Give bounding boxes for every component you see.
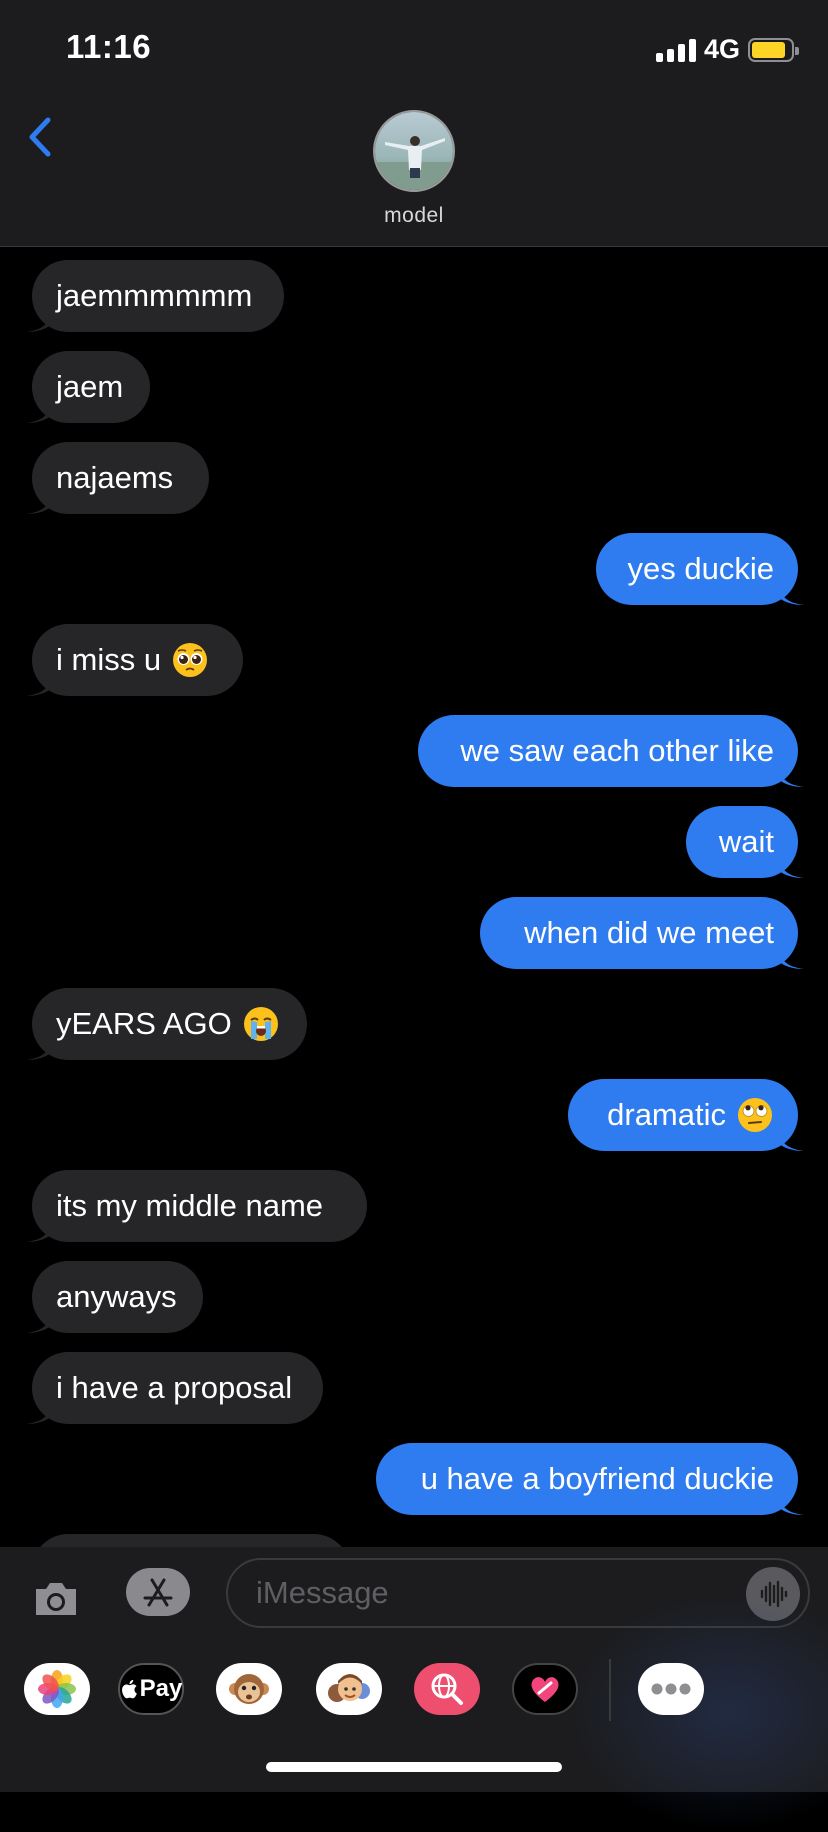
message-list[interactable]: jaemmmmmm jaem najaems yes duckie i miss u we… — [0, 260, 828, 1547]
imessage-placeholder: iMessage — [256, 1575, 389, 1610]
message-bubble[interactable]: u have a boyfriend duckie — [376, 1443, 798, 1515]
message-bubble[interactable]: yEARS AGO — [32, 988, 307, 1060]
status-time: 11:16 — [66, 28, 152, 65]
apple-logo-icon — [121, 1679, 137, 1699]
battery-icon — [748, 37, 799, 62]
message-bubble[interactable]: jaem — [32, 351, 150, 423]
message-text: u have a boyfriend duckie — [420, 1461, 774, 1496]
compose-bar: iMessage Pay — [0, 1547, 828, 1832]
message-bubble[interactable]: jaemmmmmm — [32, 260, 284, 332]
incoming-message[interactable]: anyways — [26, 1261, 203, 1333]
message-bubble[interactable]: its my middle name — [32, 1170, 367, 1242]
outgoing-message[interactable]: we saw each other like — [418, 715, 804, 787]
audio-message-button[interactable] — [746, 1567, 800, 1621]
message-text: dramatic — [607, 1097, 726, 1132]
cellular-signal-icon — [655, 38, 696, 62]
incoming-message[interactable]: najaems — [26, 442, 209, 514]
message-text: yes duckie — [627, 551, 774, 586]
message-text: najaems — [56, 460, 174, 495]
animoji-app-icon[interactable] — [216, 1663, 282, 1715]
outgoing-message[interactable]: dramatic — [568, 1079, 804, 1151]
message-bubble[interactable]: yes duckie — [596, 533, 798, 605]
outgoing-message[interactable]: wait — [686, 806, 804, 878]
message-bubble[interactable]: dramatic — [568, 1079, 798, 1151]
incoming-message[interactable]: jaemmmmmm — [26, 260, 284, 332]
incoming-message[interactable]: i miss u — [26, 624, 243, 696]
app-drawer: Pay — [0, 1659, 828, 1729]
digital-touch-app-icon[interactable] — [512, 1663, 578, 1715]
status-indicators: 4G — [655, 34, 799, 65]
home-indicator[interactable] — [266, 1762, 562, 1772]
contact-avatar[interactable] — [373, 110, 455, 192]
incoming-message[interactable]: jaem — [26, 351, 150, 423]
battery-level — [752, 41, 785, 58]
memoji-app-icon[interactable] — [316, 1663, 382, 1715]
message-text: jaemmmmmm — [56, 278, 253, 313]
rolling-eyes-face-emoji-icon — [736, 1096, 774, 1134]
outgoing-message[interactable]: when did we meet — [480, 897, 804, 969]
message-text: i miss u — [56, 642, 162, 677]
pleading-face-emoji-icon — [171, 641, 209, 679]
outgoing-message[interactable]: u have a boyfriend duckie — [376, 1443, 804, 1515]
app-store-button[interactable] — [126, 1568, 190, 1616]
incoming-message[interactable]: i have a proposal — [26, 1352, 323, 1424]
app-tray-divider — [609, 1659, 611, 1721]
more-apps-icon[interactable] — [638, 1663, 704, 1715]
message-text: when did we meet — [524, 915, 774, 950]
apple-pay-label: Pay — [139, 1675, 183, 1702]
contact-info: model — [0, 110, 828, 228]
camera-button[interactable] — [30, 1573, 82, 1625]
incoming-message[interactable]: its my middle name — [26, 1170, 367, 1242]
message-bubble[interactable]: i have a proposal — [32, 1352, 323, 1424]
image-search-app-icon[interactable] — [414, 1663, 480, 1715]
outgoing-message[interactable]: yes duckie — [596, 533, 804, 605]
heart-icon — [531, 1677, 559, 1702]
partial-incoming-message — [32, 1534, 350, 1547]
message-bubble[interactable]: anyways — [32, 1261, 203, 1333]
camera-icon — [36, 1583, 76, 1615]
message-text: its my middle name — [56, 1188, 324, 1223]
imessage-input[interactable]: iMessage — [226, 1558, 810, 1628]
photos-app-icon[interactable] — [24, 1663, 90, 1715]
network-type: 4G — [703, 34, 740, 64]
contact-name: model — [384, 204, 444, 227]
monkey-icon — [229, 1674, 269, 1704]
waveform-icon — [760, 1580, 788, 1608]
incoming-message[interactable]: yEARS AGO — [26, 988, 307, 1060]
message-text: we saw each other like — [460, 733, 774, 768]
message-bubble[interactable]: we saw each other like — [418, 715, 798, 787]
globe-search-icon — [431, 1673, 463, 1705]
message-text: anyways — [56, 1279, 177, 1314]
message-bubble[interactable]: when did we meet — [480, 897, 798, 969]
app-store-icon — [143, 1578, 173, 1607]
message-text: wait — [718, 824, 774, 859]
conversation-header: 11:16 4G model — [0, 0, 828, 247]
message-text: yEARS AGO — [56, 1006, 232, 1041]
message-bubble[interactable]: najaems — [32, 442, 209, 514]
message-bubble[interactable]: i miss u — [32, 624, 243, 696]
apple-pay-app-icon[interactable]: Pay — [118, 1663, 184, 1715]
message-text: jaem — [56, 369, 124, 404]
message-bubble[interactable]: wait — [686, 806, 798, 878]
loudly-crying-face-emoji-icon — [242, 1005, 280, 1043]
message-text: i have a proposal — [56, 1370, 293, 1405]
